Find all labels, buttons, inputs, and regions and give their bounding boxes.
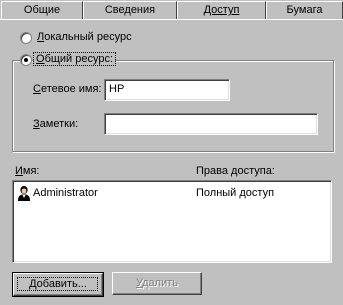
column-name-mnemonic: И xyxy=(15,165,23,177)
column-name-rest: мя: xyxy=(22,165,40,177)
remove-button-label-rest: далить xyxy=(142,277,178,289)
tab-sharing-label: Доступ xyxy=(203,4,240,16)
local-resource-radio[interactable] xyxy=(20,32,32,44)
tab-details-label: Сведения xyxy=(104,4,156,16)
local-resource-label-rest: окальный ресурс xyxy=(44,31,132,43)
comment-mnemonic: З xyxy=(33,118,40,130)
permissions-list[interactable]: Administrator Полный доступ xyxy=(12,180,332,263)
remove-button[interactable]: Удалить xyxy=(112,272,202,295)
comment-label-rest: аметки: xyxy=(39,118,79,130)
shared-resource-label[interactable]: Общий ресурс: xyxy=(32,52,117,66)
share-name-value: HP xyxy=(109,83,125,95)
share-name-label: Сетевое имя: xyxy=(33,83,101,95)
tab-general-label: Общие xyxy=(23,4,61,16)
tab-general[interactable]: Общие xyxy=(1,1,83,20)
comment-input[interactable] xyxy=(104,113,318,135)
local-resource-label[interactable]: Локальный ресурс xyxy=(37,31,132,43)
comment-label: Заметки: xyxy=(33,118,78,130)
share-name-label-rest: етевое имя: xyxy=(40,83,102,95)
row-user-name: Administrator xyxy=(33,187,98,199)
radio-selected-dot xyxy=(24,58,28,62)
shared-resource-mnemonic: О xyxy=(36,53,45,65)
column-header-name: Имя: xyxy=(15,165,39,177)
shared-resource-group xyxy=(12,60,334,152)
user-icon xyxy=(17,185,31,201)
add-button[interactable]: Добавить... xyxy=(12,272,104,297)
shared-resource-radio[interactable] xyxy=(20,54,32,66)
tab-details[interactable]: Сведения xyxy=(83,1,177,20)
share-name-input[interactable]: HP xyxy=(104,79,230,101)
add-button-focus-rect xyxy=(17,277,98,291)
table-row[interactable]: Administrator Полный доступ xyxy=(16,185,328,201)
shared-resource-label-rest: бщий ресурс: xyxy=(44,53,114,65)
row-user-rights: Полный доступ xyxy=(196,187,275,199)
tab-page-border xyxy=(0,19,343,20)
share-name-mnemonic: С xyxy=(33,83,41,95)
tab-paper[interactable]: Бумага xyxy=(266,1,343,20)
tab-paper-label: Бумага xyxy=(286,4,323,16)
tab-sharing[interactable]: Доступ xyxy=(177,1,266,20)
column-rights-text: Права доступа: xyxy=(196,165,275,177)
column-header-rights: Права доступа: xyxy=(196,165,275,177)
